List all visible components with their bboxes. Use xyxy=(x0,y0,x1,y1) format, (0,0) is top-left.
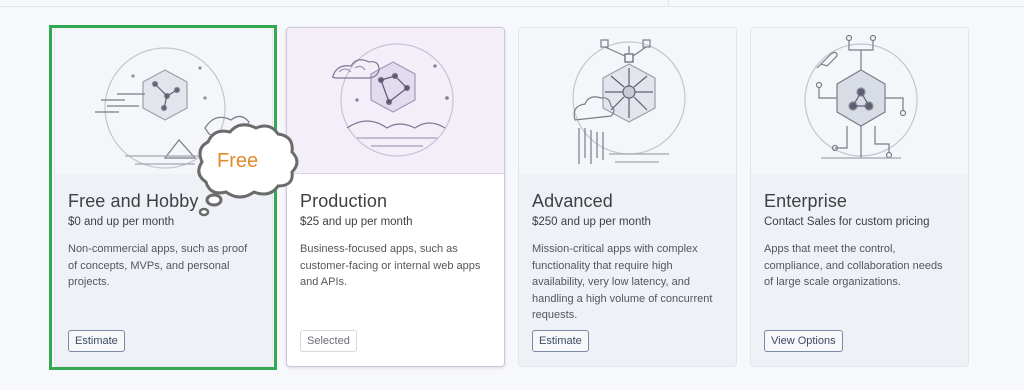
plan-description: Business-focused apps, such as customer-… xyxy=(300,243,481,288)
plan-name: Production xyxy=(300,191,388,211)
plan-card-production[interactable]: Production $25 and up per month Business… xyxy=(286,27,505,367)
cloud-constellation-icon xyxy=(332,43,454,157)
plan-description: Mission-critical apps with complex funct… xyxy=(532,243,713,321)
annotation-label: Free xyxy=(217,150,259,172)
top-divider xyxy=(0,6,1024,7)
plan-name: Advanced xyxy=(532,191,613,211)
plan-card-enterprise[interactable]: Enterprise Contact Sales for custom pric… xyxy=(750,27,969,367)
circuit-rocket-icon xyxy=(804,34,918,159)
plan-illustration xyxy=(751,28,968,174)
selected-button[interactable]: Selected xyxy=(300,330,357,352)
plan-illustration xyxy=(519,28,736,174)
plan-price: $25 and up per month xyxy=(300,216,413,228)
top-divider-tick xyxy=(668,0,669,7)
network-nodes-icon xyxy=(572,39,686,164)
plan-price: Contact Sales for custom pricing xyxy=(764,216,930,228)
plan-description: Apps that meet the control, compliance, … xyxy=(764,243,943,288)
estimate-button[interactable]: Estimate xyxy=(68,330,125,352)
plan-illustration xyxy=(287,28,504,174)
view-options-button[interactable]: View Options xyxy=(764,330,843,352)
plan-description: Non-commercial apps, such as proof of co… xyxy=(68,243,248,288)
plan-name: Enterprise xyxy=(764,191,848,211)
plan-card-advanced[interactable]: Advanced $250 and up per month Mission-c… xyxy=(518,27,737,367)
estimate-button[interactable]: Estimate xyxy=(532,330,589,352)
plan-price: $250 and up per month xyxy=(532,216,651,228)
